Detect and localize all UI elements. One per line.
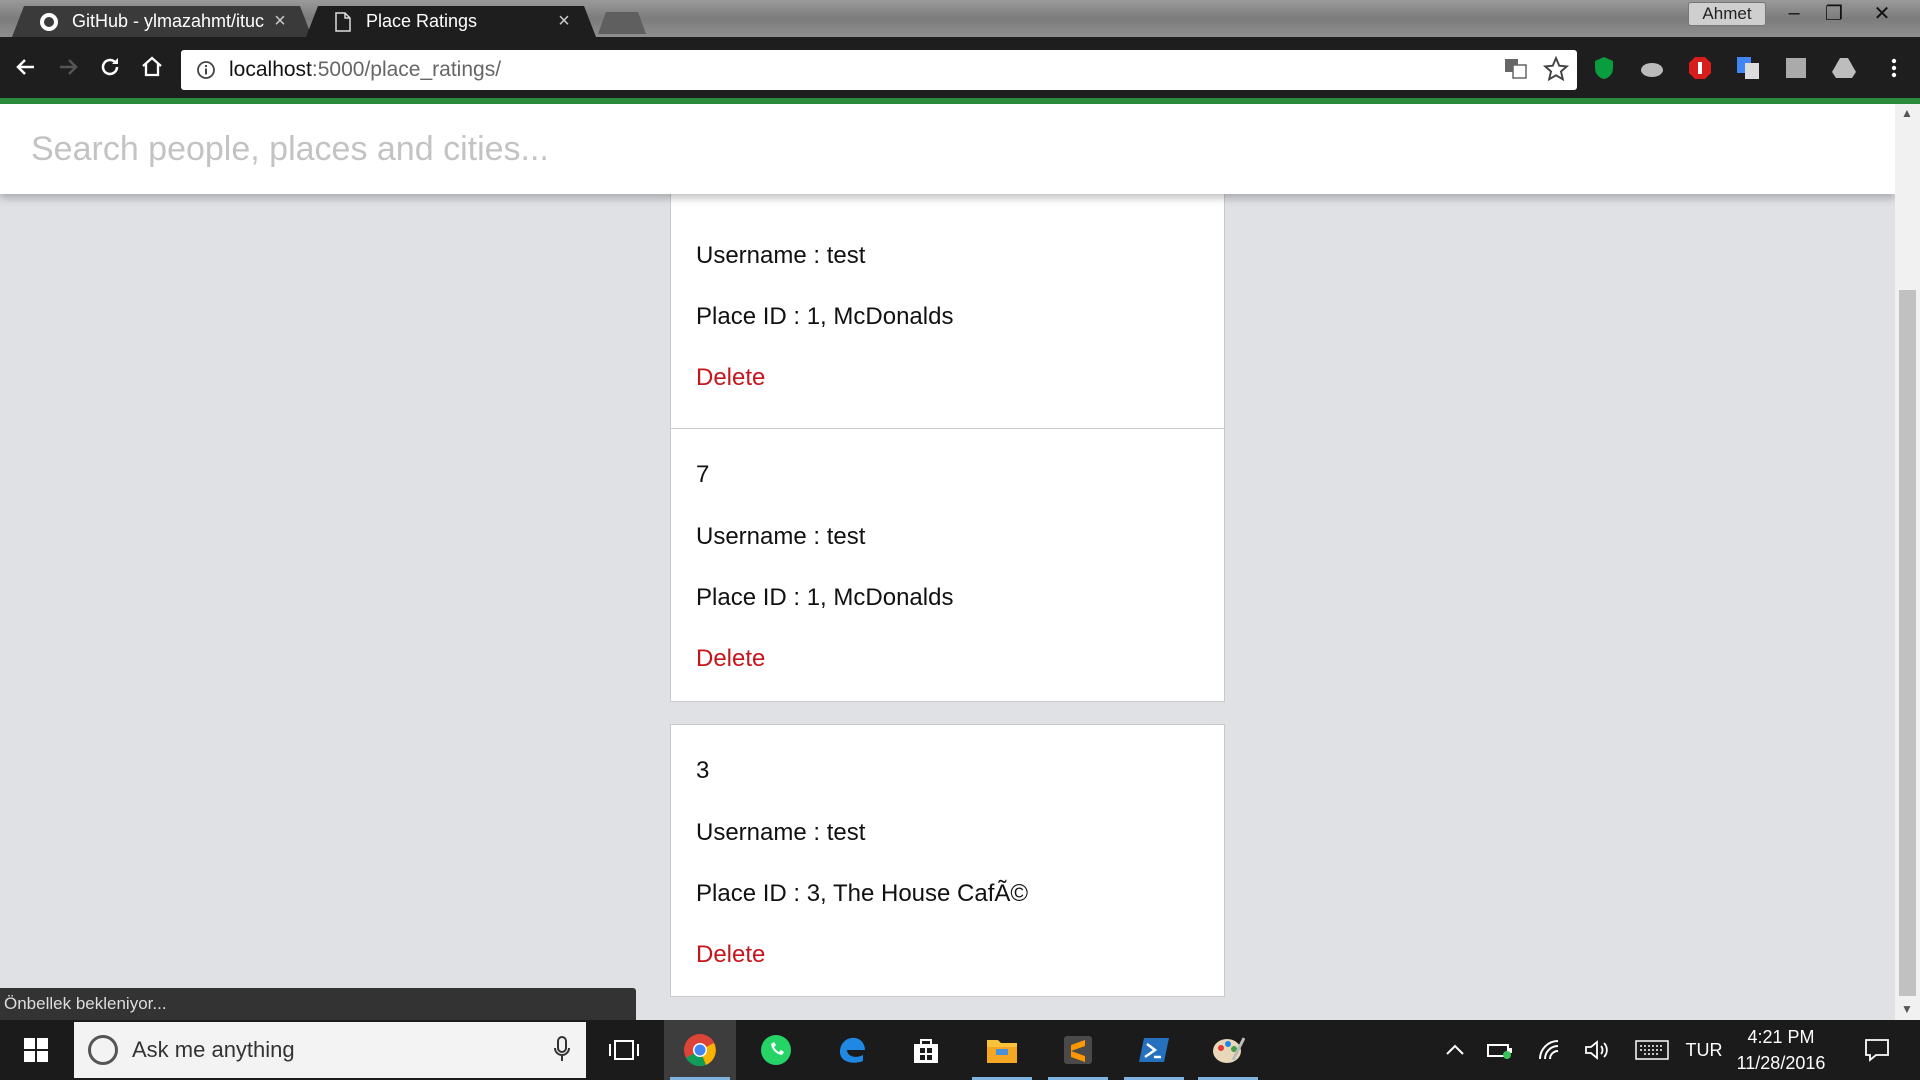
google-translate-extension-icon[interactable] — [1734, 54, 1762, 82]
close-icon[interactable]: × — [270, 12, 290, 32]
powershell-icon — [1139, 1038, 1169, 1062]
info-icon[interactable] — [193, 57, 219, 83]
grid-extension-icon[interactable] — [1782, 54, 1810, 82]
whatsapp-icon — [761, 1035, 791, 1065]
shield-extension-icon[interactable] — [1590, 54, 1618, 82]
search-input[interactable] — [31, 119, 1731, 179]
forward-arrow-icon — [60, 59, 78, 75]
cortana-search-box[interactable] — [74, 1022, 586, 1078]
site-search-bar — [0, 104, 1895, 194]
url-host: localhost — [229, 58, 312, 81]
chrome-menu-icon[interactable] — [1880, 54, 1908, 82]
rating-id: 7 — [696, 461, 710, 488]
taskbar-chrome[interactable] — [664, 1020, 736, 1080]
battery-icon[interactable] — [1486, 1020, 1516, 1080]
rating-place: Place ID : 1, McDonalds — [696, 584, 954, 611]
restore-button[interactable]: ❐ — [1814, 0, 1854, 26]
close-window-button[interactable]: ✕ — [1862, 0, 1902, 26]
taskbar-powershell[interactable] — [1118, 1020, 1190, 1080]
rating-card: 7 Username : test Place ID : 1, McDonald… — [670, 428, 1225, 702]
browser-tab-strip: GitHub - ylmazahmt/ituc × Place Ratings … — [0, 0, 1920, 37]
minimize-button[interactable]: – — [1774, 0, 1814, 26]
language-indicator[interactable]: TUR — [1684, 1020, 1724, 1080]
show-hidden-icons-button[interactable] — [1440, 1020, 1470, 1080]
scrollbar-thumb[interactable] — [1899, 290, 1916, 996]
notification-icon — [1865, 1039, 1889, 1062]
chrome-icon — [684, 1034, 716, 1067]
reload-button[interactable] — [92, 49, 128, 85]
tab-github[interactable]: GitHub - ylmazahmt/ituc × — [12, 6, 312, 37]
delete-link[interactable]: Delete — [696, 645, 765, 673]
scroll-up-arrow-icon[interactable]: ▲ — [1901, 106, 1913, 120]
back-button[interactable] — [8, 49, 44, 85]
edge-icon — [840, 1037, 865, 1063]
file-explorer-icon — [987, 1040, 1017, 1063]
cortana-icon — [88, 1035, 118, 1065]
home-icon — [142, 56, 162, 77]
page-scrollbar[interactable]: ▲ ▼ — [1895, 104, 1920, 1020]
keyboard-icon[interactable] — [1632, 1020, 1672, 1080]
task-view-button[interactable] — [588, 1020, 660, 1080]
scroll-down-arrow-icon[interactable]: ▼ — [1901, 1002, 1913, 1016]
windows-start-icon — [24, 1038, 48, 1062]
sublime-icon — [1064, 1036, 1092, 1064]
rating-card: 3 Username : test Place ID : 3, The Hous… — [670, 724, 1225, 997]
delete-link[interactable]: Delete — [696, 941, 765, 969]
page-viewport: Username : test Place ID : 1, McDonalds … — [0, 104, 1895, 1020]
browser-toolbar: localhost:5000/place_ratings/ — [0, 37, 1920, 98]
new-tab-button[interactable] — [598, 12, 646, 34]
tab-place-ratings[interactable]: Place Ratings × — [306, 6, 596, 37]
back-arrow-icon — [16, 59, 34, 75]
task-view-icon — [609, 1040, 639, 1060]
taskbar-file-explorer[interactable] — [966, 1020, 1038, 1080]
taskbar-store[interactable] — [890, 1020, 962, 1080]
taskbar-edge[interactable] — [816, 1020, 888, 1080]
chevron-up-icon — [1446, 1044, 1464, 1055]
page-icon — [332, 11, 354, 33]
store-icon — [914, 1039, 938, 1063]
start-button[interactable] — [0, 1020, 72, 1080]
clock-time: 4:21 PM — [1747, 1027, 1815, 1047]
delete-link[interactable]: Delete — [696, 364, 765, 392]
github-icon — [38, 11, 60, 33]
rating-place: Place ID : 1, McDonalds — [696, 303, 954, 330]
rating-place: Place ID : 3, The House CafÃ© — [696, 880, 1029, 907]
reload-icon — [101, 58, 119, 76]
star-icon[interactable] — [1542, 55, 1570, 88]
microphone-icon[interactable] — [554, 1036, 570, 1068]
volume-icon[interactable] — [1582, 1020, 1612, 1080]
rating-id: 3 — [696, 757, 710, 784]
address-bar[interactable]: localhost:5000/place_ratings/ — [181, 50, 1577, 90]
tab-title: GitHub - ylmazahmt/ituc — [72, 11, 265, 31]
drive-extension-icon[interactable] — [1830, 54, 1858, 82]
translate-icon[interactable] — [1503, 56, 1529, 88]
rating-username: Username : test — [696, 523, 866, 550]
rating-username: Username : test — [696, 819, 866, 846]
adblock-extension-icon[interactable] — [1686, 54, 1714, 82]
tab-title: Place Ratings — [366, 11, 478, 31]
paint-icon — [1213, 1037, 1245, 1063]
taskbar-sublime[interactable] — [1042, 1020, 1114, 1080]
action-center-button[interactable] — [1852, 1020, 1902, 1080]
taskbar-whatsapp[interactable] — [740, 1020, 812, 1080]
url-path: :5000/place_ratings/ — [311, 58, 502, 81]
cloud-extension-icon[interactable] — [1638, 54, 1666, 82]
close-icon[interactable]: × — [554, 12, 574, 32]
profile-button[interactable]: Ahmet — [1688, 2, 1766, 26]
wifi-icon[interactable] — [1536, 1020, 1566, 1080]
system-clock[interactable]: 4:21 PM 11/28/2016 — [1722, 1024, 1840, 1076]
windows-taskbar: TUR 4:21 PM 11/28/2016 — [0, 1020, 1920, 1080]
forward-button[interactable] — [50, 49, 86, 85]
status-bubble: Önbellek bekleniyor... — [0, 988, 636, 1022]
home-button[interactable] — [134, 49, 170, 85]
clock-date: 11/28/2016 — [1736, 1053, 1826, 1073]
taskbar-paint[interactable] — [1192, 1020, 1264, 1080]
taskbar-search-input[interactable] — [132, 1037, 532, 1063]
rating-username: Username : test — [696, 242, 866, 269]
